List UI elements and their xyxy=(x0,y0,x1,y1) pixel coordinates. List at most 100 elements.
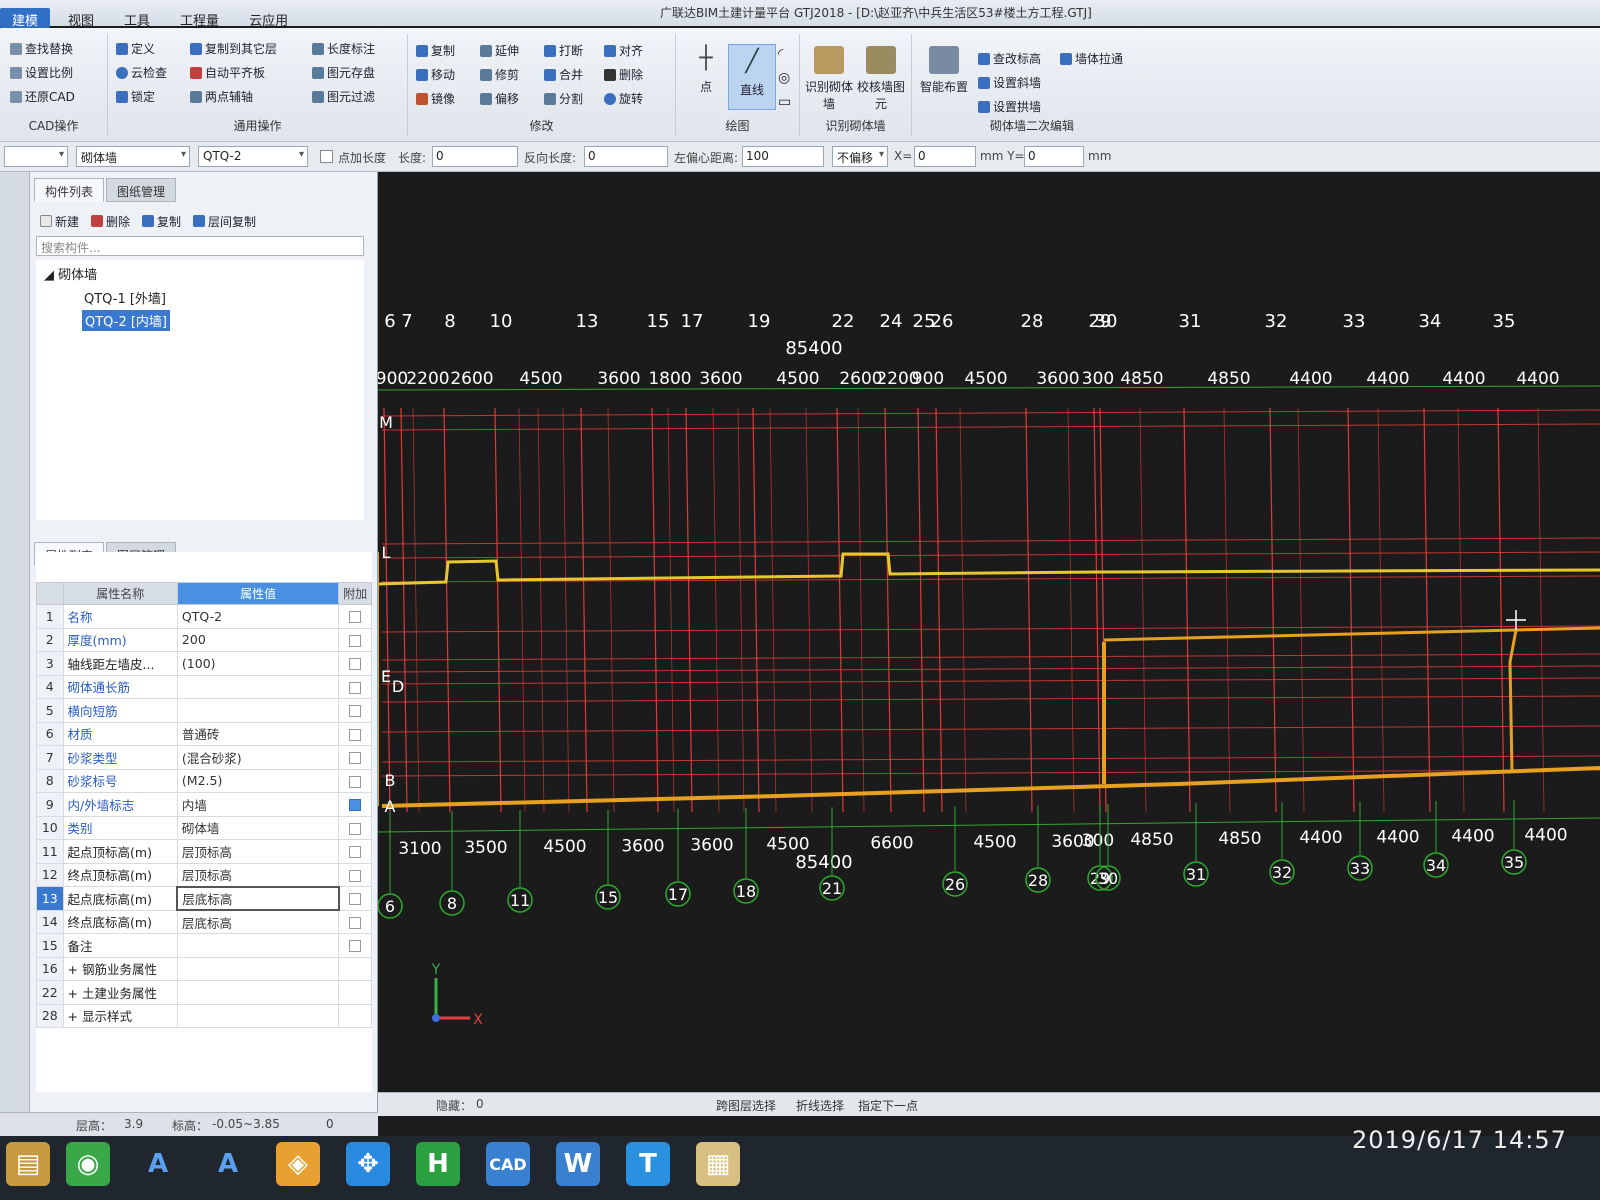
menu-build[interactable]: 建模 xyxy=(0,8,51,29)
auto-align-slab-button[interactable]: 自动平齐板 xyxy=(190,64,265,81)
component-select[interactable]: QTQ-2 xyxy=(198,146,308,167)
move-button[interactable]: 移动 xyxy=(416,66,455,83)
floor-copy-button[interactable]: 层间复制 xyxy=(193,213,256,230)
add-length-checkbox[interactable] xyxy=(320,150,333,163)
lock-button[interactable]: 锁定 xyxy=(116,88,155,105)
extra-checkbox[interactable] xyxy=(349,846,362,859)
find-replace-button[interactable]: 查找替换 xyxy=(10,40,73,57)
split-button[interactable]: 分割 xyxy=(544,90,583,107)
circle-button[interactable]: ◎ xyxy=(778,70,790,86)
property-row[interactable]: 9 内/外墙标志 内墙 xyxy=(36,792,372,817)
taskbar-cad-icon[interactable]: CAD xyxy=(486,1142,530,1186)
extra-checkbox[interactable] xyxy=(349,940,362,953)
property-row[interactable]: 16 + 钢筋业务属性 xyxy=(36,956,372,981)
define-button[interactable]: 定义 xyxy=(116,40,155,57)
taskbar-app-t-icon[interactable]: T xyxy=(626,1142,670,1186)
property-row[interactable]: 4 砌体通长筋 xyxy=(36,674,372,699)
break-button[interactable]: 打断 xyxy=(544,42,583,59)
property-value[interactable] xyxy=(176,1003,340,1028)
menu-tools[interactable]: 工具 xyxy=(112,8,162,29)
property-value[interactable] xyxy=(176,933,340,958)
extra-checkbox[interactable] xyxy=(349,799,362,812)
offset-input[interactable]: 100 xyxy=(742,146,824,167)
layer-select[interactable] xyxy=(4,146,68,167)
property-value[interactable] xyxy=(176,980,340,1005)
property-value[interactable]: (100) xyxy=(176,651,340,676)
extend-button[interactable]: 延伸 xyxy=(480,42,519,59)
taskbar-app-blue-icon[interactable]: ✥ xyxy=(346,1142,390,1186)
property-value[interactable]: 层底标高 xyxy=(176,885,340,911)
length-dim-button[interactable]: 长度标注 xyxy=(312,40,375,57)
tree-root-masonry-wall[interactable]: ◢ 砌体墙 xyxy=(44,264,97,283)
extra-checkbox[interactable] xyxy=(349,893,362,906)
cad-drawing[interactable]: 6 7 8 10 13 15 17 19 22 24 2526 28 2930 31 32 33 34 35854… xyxy=(378,172,1600,1092)
copy-to-floor-button[interactable]: 复制到其它层 xyxy=(190,40,277,57)
copy-component-button[interactable]: 复制 xyxy=(142,213,181,230)
y-input[interactable]: 0 xyxy=(1024,146,1084,167)
line-button[interactable]: ╱ 直线 xyxy=(728,44,776,110)
delete-component-button[interactable]: 删除 xyxy=(91,213,130,230)
copy-button[interactable]: 复制 xyxy=(416,42,455,59)
restore-cad-button[interactable]: 还原CAD xyxy=(10,88,75,105)
property-value[interactable]: 层顶标高 xyxy=(176,862,340,887)
set-scale-button[interactable]: 设置比例 xyxy=(10,64,73,81)
property-value[interactable]: 砌体墙 xyxy=(176,815,340,840)
property-row[interactable]: 13 起点底标高(m) 层底标高 xyxy=(36,885,372,911)
property-row[interactable]: 1 名称 QTQ-2 xyxy=(36,604,372,629)
property-value[interactable]: 普通砖 xyxy=(176,721,340,746)
group-label-modify[interactable]: 修改 xyxy=(408,117,675,134)
merge-button[interactable]: 合并 xyxy=(544,66,583,83)
rect-button[interactable]: ▭ xyxy=(778,94,791,110)
group-label-cad[interactable]: CAD操作 xyxy=(0,117,107,134)
property-row[interactable]: 5 横向短筋 xyxy=(36,698,372,723)
tree-item-qtq-1[interactable]: QTQ-1 [外墙] xyxy=(84,288,166,307)
navigation-strip[interactable] xyxy=(0,172,30,1112)
taskbar-app-green-icon[interactable]: H xyxy=(416,1142,460,1186)
extra-checkbox[interactable] xyxy=(349,728,362,741)
group-label-identify[interactable]: 识别砌体墙 xyxy=(800,117,911,134)
taskbar-app-w-icon[interactable]: W xyxy=(556,1142,600,1186)
rotate-button[interactable]: 旋转 xyxy=(604,90,643,107)
property-value[interactable]: QTQ-2 xyxy=(176,604,340,629)
arc-button[interactable]: ◜ xyxy=(778,46,783,62)
property-value[interactable]: 200 xyxy=(176,627,340,652)
offset-mode-select[interactable]: 不偏移 xyxy=(832,146,888,167)
smart-layout-button[interactable]: 智能布置 xyxy=(916,46,972,95)
tab-component-list[interactable]: 构件列表 xyxy=(34,178,105,202)
extra-checkbox[interactable] xyxy=(349,611,362,624)
property-value[interactable]: (混合砂浆) xyxy=(176,745,340,770)
edit-elevation-button[interactable]: 查改标高 xyxy=(978,50,1041,67)
menu-view[interactable]: 视图 xyxy=(56,8,106,29)
property-value[interactable]: 层顶标高 xyxy=(176,839,340,864)
property-value[interactable] xyxy=(176,674,340,699)
extra-checkbox[interactable] xyxy=(349,775,362,788)
extra-checkbox[interactable] xyxy=(349,705,362,718)
mirror-button[interactable]: 镜像 xyxy=(416,90,455,107)
taskbar-wechat-icon[interactable]: ◉ xyxy=(66,1142,110,1186)
extra-checkbox[interactable] xyxy=(349,658,362,671)
property-value[interactable]: (M2.5) xyxy=(176,768,340,793)
drawing-canvas[interactable]: 6 7 8 10 13 15 17 19 22 24 25 26 28 29 30 31 32 33 34 35 854… xyxy=(378,172,1600,1092)
extra-checkbox[interactable] xyxy=(349,916,362,929)
property-row[interactable]: 3 轴线距左墙皮... (100) xyxy=(36,651,372,676)
cloud-check-button[interactable]: 云检查 xyxy=(116,64,167,81)
property-value[interactable]: 层底标高 xyxy=(176,909,340,934)
property-row[interactable]: 2 厚度(mm) 200 xyxy=(36,627,372,652)
identify-wall-button[interactable]: 识别砌体墙 xyxy=(804,46,854,112)
extra-checkbox[interactable] xyxy=(349,752,362,765)
reverse-length-input[interactable]: 0 xyxy=(584,146,668,167)
taskbar-app-a2-icon[interactable]: A xyxy=(206,1142,250,1186)
element-filter-button[interactable]: 图元过滤 xyxy=(312,88,375,105)
group-label-common[interactable]: 通用操作 xyxy=(108,117,407,134)
new-component-button[interactable]: 新建 xyxy=(40,213,79,230)
group-label-secondary[interactable]: 砌体墙二次编辑 xyxy=(912,117,1152,134)
align-button[interactable]: 对齐 xyxy=(604,42,643,59)
taskbar-app-a-icon[interactable]: A xyxy=(136,1142,180,1186)
type-select[interactable]: 砌体墙 xyxy=(76,146,190,167)
cross-layer-select[interactable]: 跨图层选择 xyxy=(716,1097,776,1114)
property-row[interactable]: 6 材质 普通砖 xyxy=(36,721,372,746)
slant-wall-button[interactable]: 设置斜墙 xyxy=(978,74,1041,91)
component-search-input[interactable]: 搜索构件... xyxy=(36,236,364,256)
tree-item-qtq-2[interactable]: QTQ-2 [内墙] xyxy=(82,310,171,331)
menu-cloud[interactable]: 云应用 xyxy=(237,8,300,29)
